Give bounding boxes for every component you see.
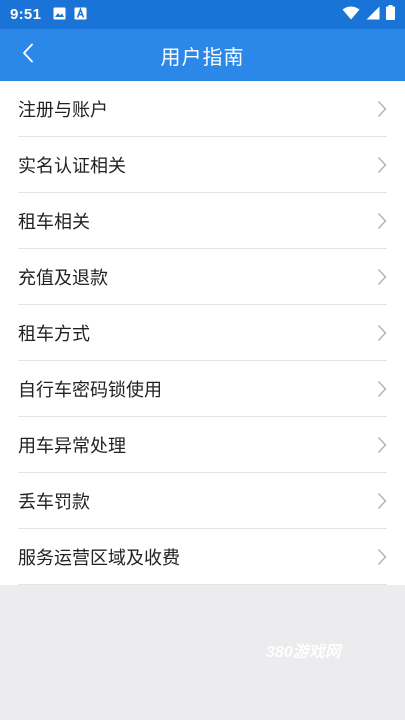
chevron-right-icon <box>377 212 387 230</box>
menu-item-label: 服务运营区域及收费 <box>18 548 180 569</box>
chevron-left-icon <box>22 43 34 67</box>
watermark: 380游戏网 <box>266 644 341 661</box>
text-a-icon <box>74 5 87 24</box>
menu-item-label: 租车相关 <box>18 212 90 233</box>
status-time: 9:51 <box>10 6 42 23</box>
menu-item-rental[interactable]: 租车相关 <box>0 193 405 249</box>
status-right-icons <box>342 5 395 24</box>
chevron-right-icon <box>377 492 387 510</box>
app-bar: 用户指南 <box>0 29 405 81</box>
menu-item-bike-code-lock[interactable]: 自行车密码锁使用 <box>0 361 405 417</box>
wifi-icon <box>342 5 360 24</box>
menu-item-lost-bike-fine[interactable]: 丢车罚款 <box>0 473 405 529</box>
status-left-icons <box>53 5 87 24</box>
chevron-right-icon <box>377 324 387 342</box>
menu-item-label: 租车方式 <box>18 324 90 345</box>
battery-icon <box>386 5 395 24</box>
chevron-right-icon <box>377 548 387 566</box>
page-title: 用户指南 <box>160 44 245 69</box>
chevron-right-icon <box>377 100 387 118</box>
empty-background: 380游戏网 <box>0 585 405 720</box>
menu-item-registration-account[interactable]: 注册与账户 <box>0 81 405 137</box>
menu-item-label: 实名认证相关 <box>18 156 126 177</box>
chevron-right-icon <box>377 380 387 398</box>
menu-item-label: 自行车密码锁使用 <box>18 380 162 401</box>
menu-item-label: 注册与账户 <box>18 100 108 121</box>
menu-item-label: 充值及退款 <box>18 268 108 289</box>
guide-menu-list: 注册与账户 实名认证相关 租车相关 充值及退款 租车方式 自行车密码锁使用 用车… <box>0 81 405 585</box>
menu-item-rental-method[interactable]: 租车方式 <box>0 305 405 361</box>
menu-item-real-name-verification[interactable]: 实名认证相关 <box>0 137 405 193</box>
menu-item-label: 用车异常处理 <box>18 436 126 457</box>
menu-item-recharge-refund[interactable]: 充值及退款 <box>0 249 405 305</box>
back-button[interactable] <box>12 39 44 71</box>
menu-item-service-area-fees[interactable]: 服务运营区域及收费 <box>0 529 405 585</box>
chevron-right-icon <box>377 268 387 286</box>
signal-icon <box>366 5 380 24</box>
image-icon <box>53 5 66 24</box>
menu-item-label: 丢车罚款 <box>18 492 90 513</box>
status-bar: 9:51 <box>0 0 405 29</box>
chevron-right-icon <box>377 436 387 454</box>
chevron-right-icon <box>377 156 387 174</box>
menu-item-usage-exceptions[interactable]: 用车异常处理 <box>0 417 405 473</box>
